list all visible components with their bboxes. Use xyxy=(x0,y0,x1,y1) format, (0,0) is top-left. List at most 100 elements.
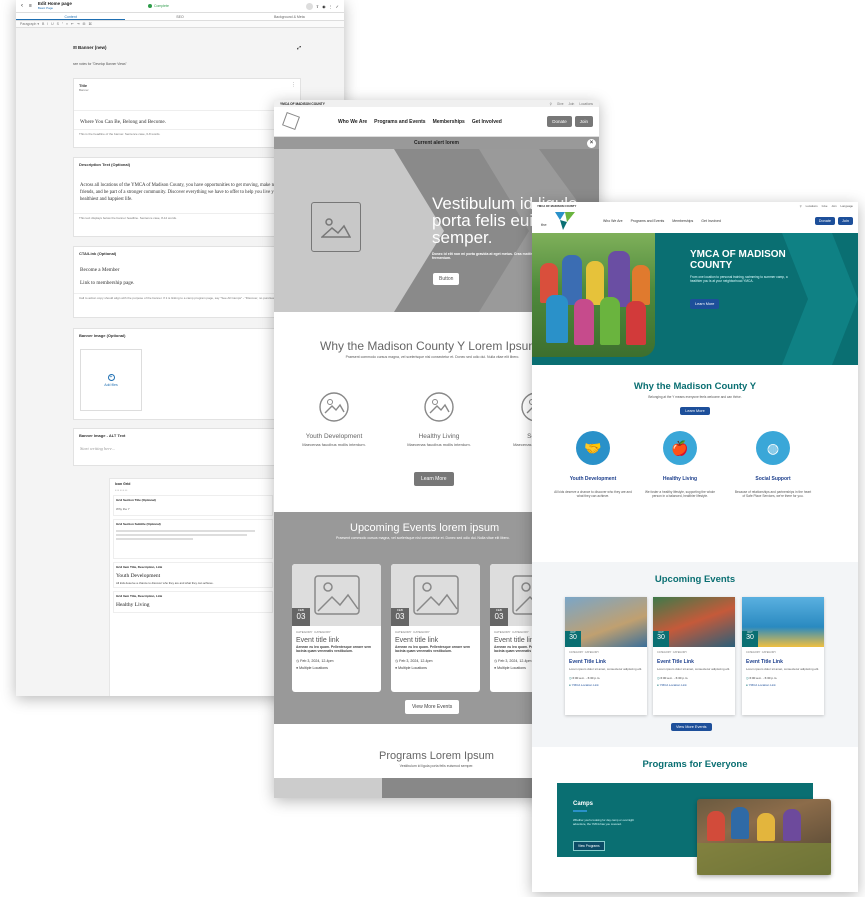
editor-header: ‹ ≡ Edit Home page Basic Page Complete ⇪… xyxy=(16,0,344,13)
icon-grid-note: • • • • • • • • xyxy=(115,489,128,492)
wf-top-link[interactable]: Locations xyxy=(579,102,593,106)
tab-content[interactable]: Content xyxy=(16,13,126,20)
hero-title: YMCA OF MADISON COUNTY xyxy=(690,249,786,271)
view-more-events-button[interactable]: View More Events xyxy=(671,723,712,731)
title-input[interactable]: Where You Can Be, Belong and Become. xyxy=(74,110,300,129)
event-date: Feb 3, 2024, 12-4pm xyxy=(498,659,532,663)
publish-icon[interactable]: ✓ xyxy=(336,4,339,9)
rich-text-toolbar[interactable]: Paragraph ▾ B I U S ” ≡ ⇤ ⇥ ⊞ ⌘ xyxy=(16,21,344,28)
menu-icon[interactable]: ≡ xyxy=(29,3,32,9)
close-icon[interactable]: × xyxy=(587,138,596,148)
wf-top-link[interactable]: Join xyxy=(568,102,574,106)
eye-icon[interactable]: ◉ xyxy=(322,4,326,9)
event-time: 6:00 a.m. - 6:30 p.m. xyxy=(749,676,778,680)
event-card[interactable]: OCT 30 CATEGORY CATEGORY Event Title Link Lo… xyxy=(653,597,735,715)
hero-button[interactable]: Button xyxy=(433,273,460,285)
location-pin-icon: ● xyxy=(657,683,659,687)
nav-get-involved[interactable]: Get Involved xyxy=(701,219,721,223)
feature-text: Maecenas faucibus mollis interdum. xyxy=(407,442,471,447)
join-button[interactable]: Join xyxy=(574,116,593,127)
event-title[interactable]: Event title link xyxy=(395,637,476,644)
event-location[interactable]: YMCA Location Link xyxy=(572,683,599,687)
nav-memberships[interactable]: Memberships xyxy=(672,219,693,223)
svg-text:the: the xyxy=(541,222,547,227)
fn-why-section: Why the Madison County Y Belonging at th… xyxy=(532,365,858,562)
feature-title: Youth Development xyxy=(569,476,617,482)
clock-icon: ◷ xyxy=(395,659,399,663)
donate-button[interactable]: Donate xyxy=(547,116,572,127)
nav-who-we-are[interactable]: Who We Are xyxy=(603,219,623,223)
search-icon[interactable]: ⚲ xyxy=(800,204,802,208)
share-icon[interactable]: ⇪ xyxy=(316,4,319,9)
event-card[interactable]: FEB 03 CATEGORY CATEGORY Event title link Ae… xyxy=(391,564,480,692)
ymca-logo[interactable]: the xyxy=(537,210,577,232)
more-icon[interactable]: ⋮ xyxy=(291,82,296,88)
event-title[interactable]: Event Title Link xyxy=(746,659,820,665)
event-card[interactable]: OCT 30 CATEGORY CATEGORY Event Title Link Lo… xyxy=(565,597,647,715)
event-card[interactable]: OCT 30 CATEGORY CATEGORY Event Title Link Lo… xyxy=(742,597,824,715)
editor-tabs: Content SEO Background & Meta xyxy=(16,13,344,21)
tab-background[interactable]: Background & Meta xyxy=(235,13,344,20)
view-programs-button[interactable]: View Programs xyxy=(573,841,605,851)
fn-org-name: YMCA OF MADISON COUNTY xyxy=(537,203,577,208)
alt-text-input[interactable]: Start writing here... xyxy=(74,442,300,455)
more-icon[interactable]: ⋮ xyxy=(329,4,333,9)
date-badge: OCT 30 xyxy=(565,631,581,647)
search-icon[interactable]: ⚲ xyxy=(550,102,552,106)
event-title[interactable]: Event Title Link xyxy=(569,659,643,665)
avatar[interactable] xyxy=(305,2,313,10)
status-badge: Complete xyxy=(153,4,169,8)
grid-item-title[interactable]: Healthy Living xyxy=(116,598,270,610)
fn-hero: YMCA OF MADISON COUNTY From one location… xyxy=(532,233,858,365)
donate-button[interactable]: Donate xyxy=(814,217,836,225)
description-label: Description Text (Optional) xyxy=(79,162,131,167)
learn-more-button[interactable]: Learn More xyxy=(680,407,710,415)
event-day: 30 xyxy=(746,634,754,641)
fn-top-link[interactable]: Give xyxy=(822,204,828,208)
event-title[interactable]: Event Title Link xyxy=(657,659,731,665)
fn-top-link[interactable]: Locations xyxy=(806,204,818,208)
banner-image-card: Banner Image (Optional) + Add files xyxy=(73,328,301,420)
feature-text: We foster a healthy lifestyle, supportin… xyxy=(644,490,716,498)
collapse-icon[interactable]: ⤢ xyxy=(297,45,301,51)
fn-top-link[interactable]: Join xyxy=(831,204,836,208)
tab-seo[interactable]: SEO xyxy=(125,13,234,20)
ymca-logo[interactable] xyxy=(280,111,300,132)
event-location[interactable]: YMCA Location Link xyxy=(660,683,687,687)
format-select[interactable]: Paragraph xyxy=(20,22,36,26)
grid-item-card-1: Grid Item Title, Description, Link Youth… xyxy=(113,562,273,588)
nav-get-involved[interactable]: Get Involved xyxy=(472,119,502,125)
fn-top-link[interactable]: Language xyxy=(841,204,853,208)
nav-programs[interactable]: Programs and Events xyxy=(631,219,665,223)
event-location[interactable]: YMCA Location Link xyxy=(749,683,776,687)
title-help: This is the headline of the banner. Sent… xyxy=(74,129,300,138)
back-arrow-icon[interactable]: ‹ xyxy=(21,3,23,9)
cta-text-input[interactable]: Become a Member xyxy=(74,264,300,277)
join-button[interactable]: Join xyxy=(838,217,853,225)
hero-photo xyxy=(532,233,655,357)
wf-nav: Who We Are Programs and Events Membershi… xyxy=(274,107,599,137)
description-input[interactable]: Across all locations of the YMCA of Madi… xyxy=(74,179,300,206)
event-card[interactable]: FEB 03 CATEGORY CATEGORY Event title link Ae… xyxy=(292,564,381,692)
cta-link-input[interactable]: Link to membership page. xyxy=(74,277,300,290)
nav-who-we-are[interactable]: Who We Are xyxy=(338,119,367,125)
nav-memberships[interactable]: Memberships xyxy=(433,119,465,125)
event-title[interactable]: Event title link xyxy=(296,637,377,644)
title-field-card: Title Banner ⋮ Where You Can Be, Belong … xyxy=(73,78,301,148)
hero-button[interactable]: Learn More xyxy=(690,299,720,309)
event-time: 6:00 a.m. - 6:30 p.m. xyxy=(660,676,689,680)
alert-bar: Current alert lorem × xyxy=(274,137,599,149)
location-pin-icon: ● xyxy=(569,683,571,687)
image-dropzone[interactable]: + Add files xyxy=(80,349,142,411)
feature-text: Because of relationships and partnership… xyxy=(734,490,812,498)
grid-subtitle-label: Grid Section Subtitle (Optional) xyxy=(116,522,161,526)
event-categories: CATEGORY CATEGORY xyxy=(395,630,430,634)
nav-programs[interactable]: Programs and Events xyxy=(374,119,425,125)
grid-item-title[interactable]: Youth Development xyxy=(116,569,270,581)
wf-top-link[interactable]: Give xyxy=(557,102,564,106)
learn-more-button[interactable]: Learn More xyxy=(414,472,454,486)
event-day: 30 xyxy=(569,634,577,641)
view-more-events-button[interactable]: View More Events xyxy=(405,700,460,714)
grid-item-desc[interactable]: All kids deserve a chance to discover wh… xyxy=(116,581,270,585)
grid-title-input[interactable]: Why the Y xyxy=(116,502,270,513)
